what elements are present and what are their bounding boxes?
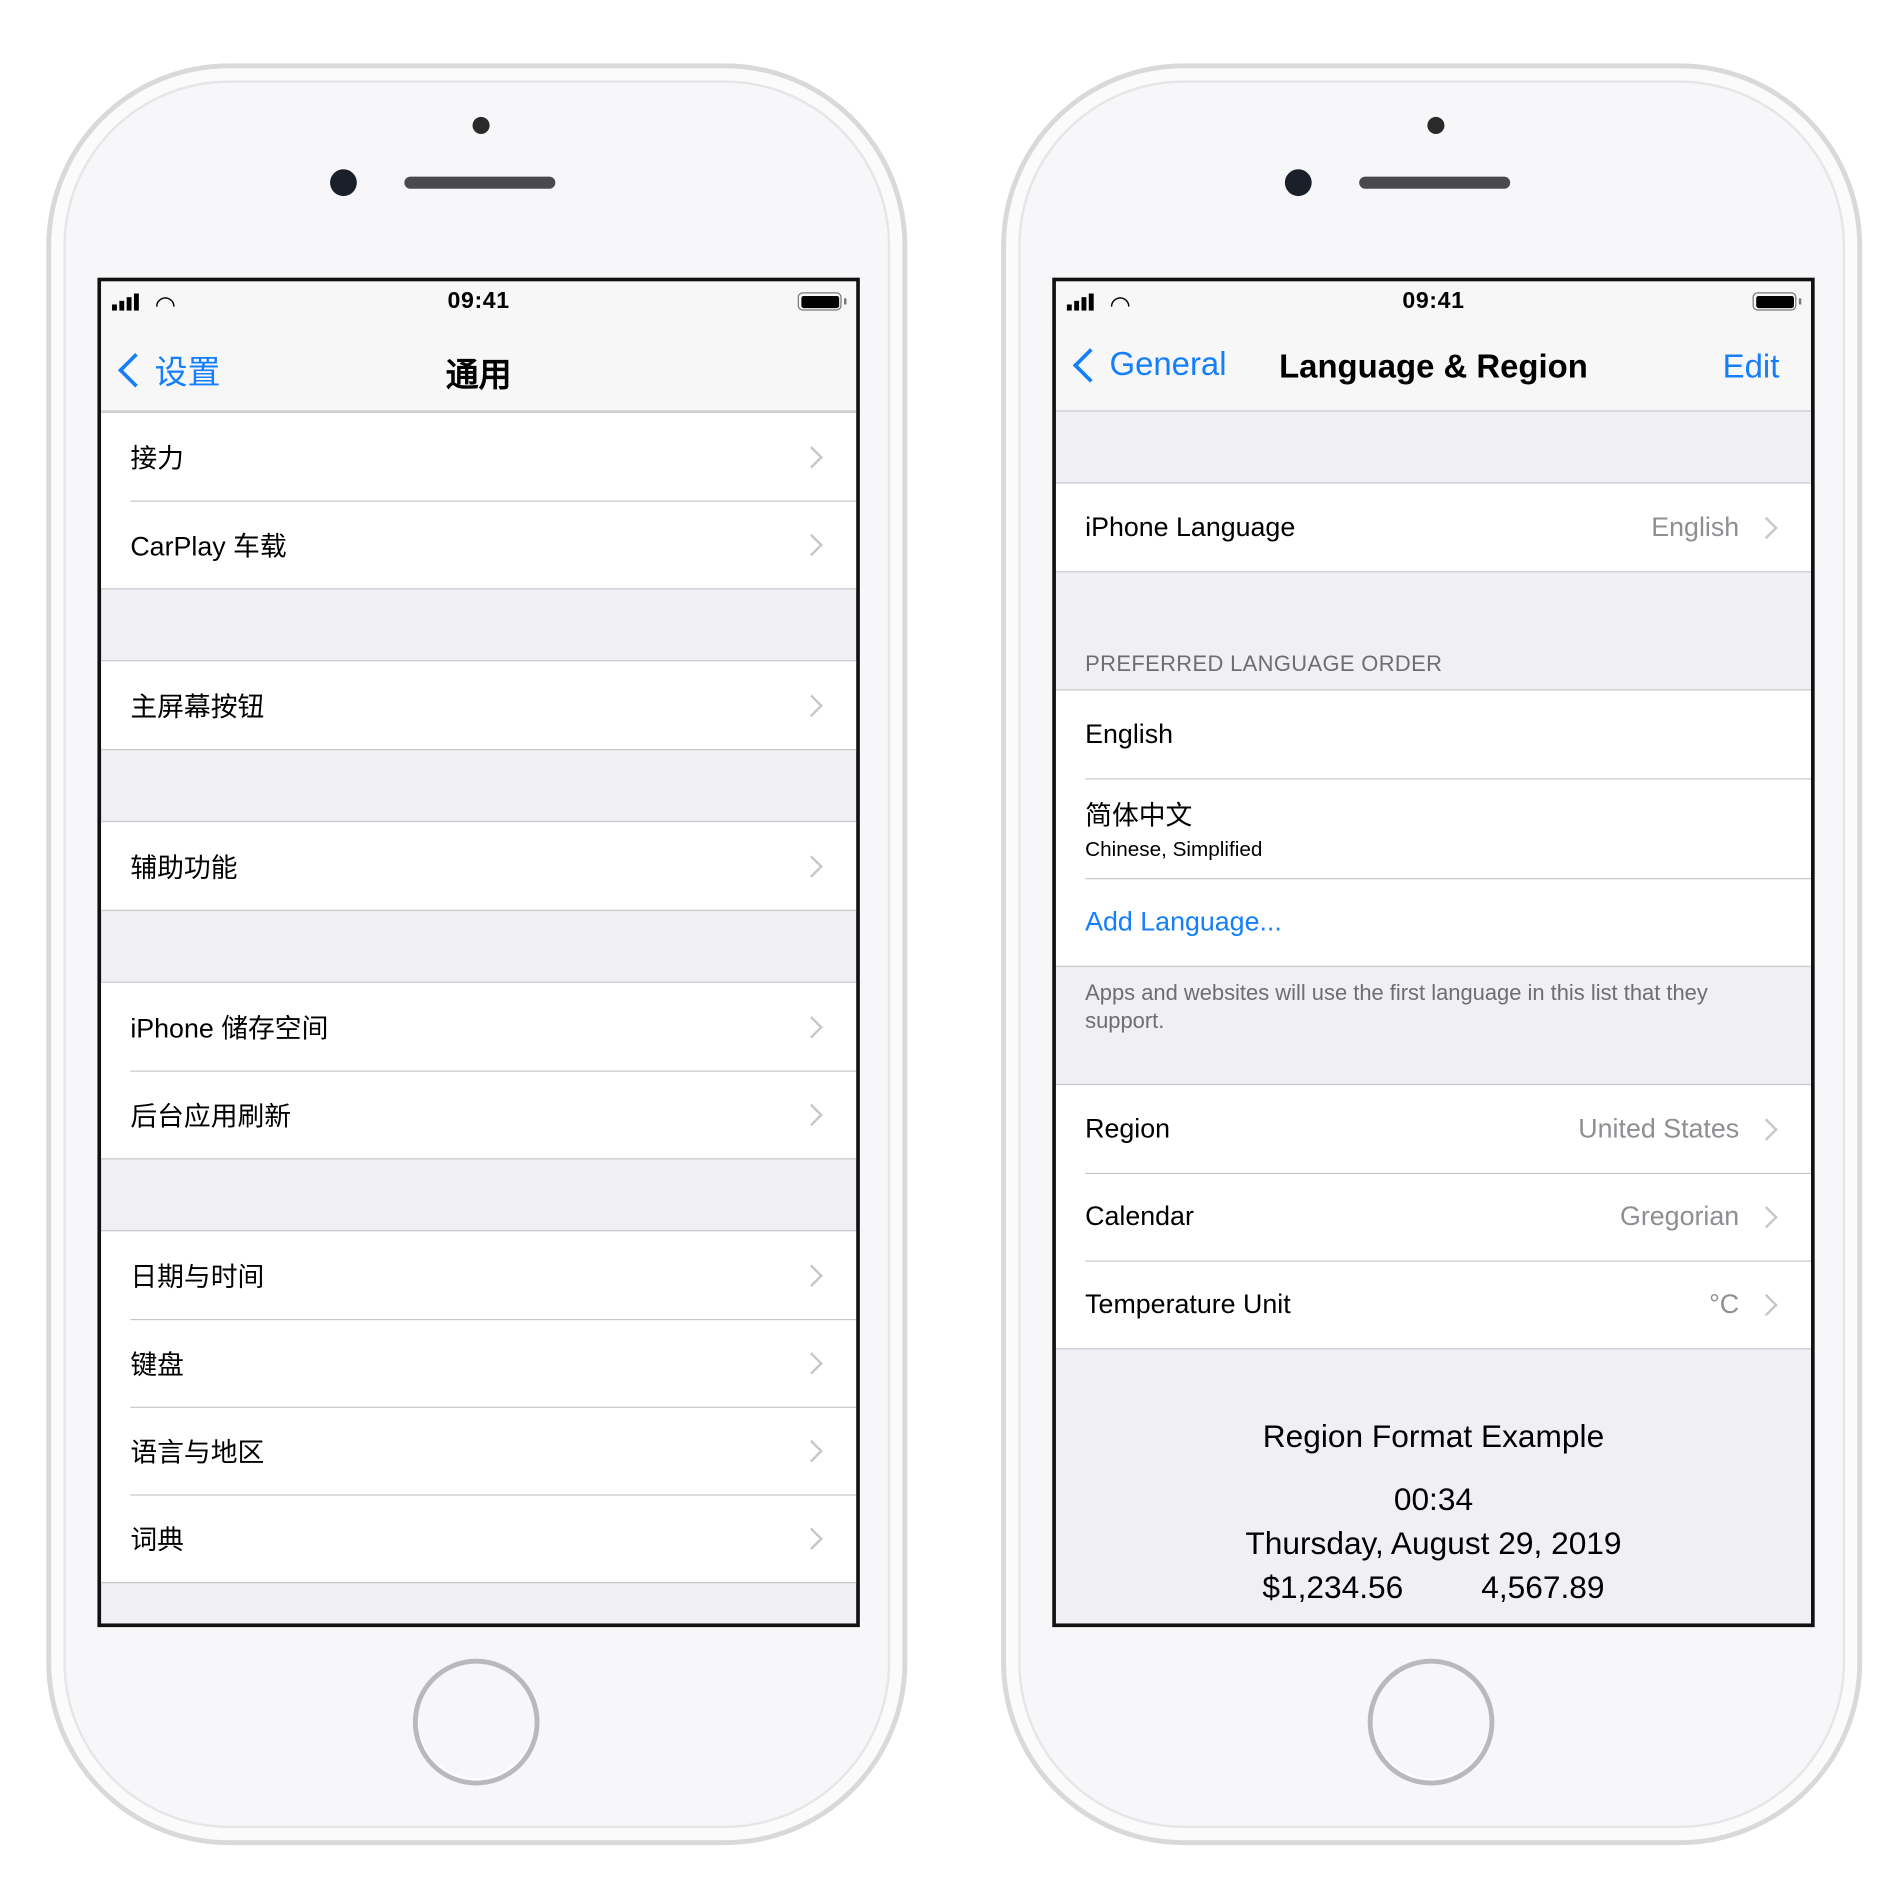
row-label: iPhone Language — [1085, 511, 1296, 542]
earpiece-speaker — [404, 176, 556, 189]
chevron-right-icon — [1755, 1205, 1778, 1228]
settings-row-dictionary[interactable]: 词典 — [101, 1494, 857, 1582]
row-label: 辅助功能 — [130, 852, 238, 883]
region-row[interactable]: Region United States — [1056, 1085, 1811, 1173]
settings-row-handoff[interactable]: 接力 — [101, 413, 856, 501]
chevron-right-icon — [800, 445, 823, 468]
row-label: Region — [1085, 1113, 1171, 1144]
front-camera — [1284, 169, 1312, 197]
row-label: 键盘 — [130, 1349, 184, 1380]
language-item-chinese[interactable]: 简体中文 Chinese, Simplified — [1056, 778, 1812, 878]
region-format-example: Region Format Example 00:34 Thursday, Au… — [1056, 1418, 1811, 1609]
add-language-label: Add Language... — [1085, 906, 1282, 937]
calendar-row[interactable]: Calendar Gregorian — [1056, 1172, 1812, 1261]
settings-group: iPhone 储存空间 后台应用刷新 — [101, 981, 857, 1160]
example-number: 4,567.89 — [1481, 1568, 1605, 1606]
row-value: °C — [1709, 1288, 1740, 1319]
settings-group: 辅助功能 — [101, 820, 857, 911]
status-bar: ◠ 09:41 — [1055, 281, 1812, 324]
section-footer: Apps and websites will use the first lan… — [1085, 980, 1708, 1033]
settings-row-background-refresh[interactable]: 后台应用刷新 — [101, 1070, 857, 1159]
settings-group: 日期与时间 键盘 语言与地区 词典 — [101, 1230, 857, 1584]
language-group: iPhone Language English — [1055, 482, 1812, 573]
screen-language-region: ◠ 09:41 General Language & Region Edit i… — [1052, 277, 1815, 1628]
phone-left: ◠ 09:41 设置 通用 接力 CarPlay 车载 主屏幕按钮 辅助功能 i… — [46, 63, 908, 1846]
status-bar: ◠ 09:41 — [101, 281, 857, 324]
home-button[interactable] — [1367, 1658, 1495, 1786]
battery-icon — [797, 292, 847, 311]
chevron-right-icon — [1755, 1293, 1778, 1316]
row-label: 主屏幕按钮 — [130, 691, 265, 723]
chevron-right-icon — [800, 693, 823, 717]
example-time: 00:34 — [1393, 1480, 1474, 1518]
example-currency: $1,234.56 — [1262, 1568, 1404, 1606]
chevron-right-icon — [800, 1351, 823, 1375]
chevron-right-icon — [800, 1103, 823, 1126]
row-label: 语言与地区 — [130, 1437, 265, 1468]
settings-row-accessibility[interactable]: 辅助功能 — [101, 822, 856, 910]
chevron-right-icon — [800, 1527, 823, 1550]
screen-general: ◠ 09:41 设置 通用 接力 CarPlay 车载 主屏幕按钮 辅助功能 i… — [97, 277, 860, 1628]
chevron-right-icon — [800, 854, 823, 878]
language-subtitle: Chinese, Simplified — [1085, 837, 1263, 862]
home-button[interactable] — [412, 1658, 540, 1786]
page-title: 通用 — [445, 356, 512, 394]
sensor — [472, 116, 490, 134]
settings-row-date-time[interactable]: 日期与时间 — [101, 1231, 856, 1319]
settings-row-keyboard[interactable]: 键盘 — [101, 1318, 857, 1407]
row-label: Calendar — [1085, 1200, 1194, 1232]
language-name: 简体中文 — [1085, 800, 1193, 831]
region-group: Region United States Calendar Gregorian Te… — [1055, 1083, 1812, 1350]
row-value: English — [1651, 511, 1740, 542]
battery-icon — [1752, 292, 1802, 311]
language-name: English — [1085, 718, 1174, 750]
status-time: 09:41 — [1402, 288, 1465, 315]
page-title: Language & Region — [1279, 348, 1588, 385]
status-time: 09:41 — [447, 288, 510, 315]
row-label: iPhone 储存空间 — [130, 1013, 329, 1044]
row-label: 接力 — [130, 443, 184, 474]
example-title: Region Format Example — [1262, 1417, 1605, 1455]
phone-right: ◠ 09:41 General Language & Region Edit i… — [1001, 63, 1863, 1846]
chevron-right-icon — [1755, 1117, 1778, 1141]
chevron-right-icon — [800, 1015, 823, 1038]
row-label: 后台应用刷新 — [130, 1100, 292, 1132]
row-label: CarPlay 车载 — [130, 531, 287, 562]
section-header: PREFERRED LANGUAGE ORDER — [1085, 651, 1443, 676]
row-value: Gregorian — [1619, 1200, 1740, 1232]
front-camera — [330, 169, 357, 197]
sensor — [1427, 116, 1445, 134]
row-label: 日期与时间 — [130, 1261, 265, 1293]
row-value: United States — [1578, 1113, 1740, 1144]
nav-bar: General Language & Region Edit — [1055, 323, 1812, 412]
settings-group: 接力 CarPlay 车载 — [101, 411, 857, 590]
settings-row-carplay[interactable]: CarPlay 车载 — [101, 500, 857, 589]
settings-row-language-region[interactable]: 语言与地区 — [101, 1406, 857, 1495]
settings-row-storage[interactable]: iPhone 储存空间 — [101, 983, 856, 1071]
chevron-right-icon — [800, 1439, 823, 1462]
row-label: 词典 — [130, 1524, 184, 1556]
settings-row-home-button[interactable]: 主屏幕按钮 — [101, 661, 856, 749]
example-date: Thursday, August 29, 2019 — [1245, 1524, 1622, 1562]
earpiece-speaker — [1359, 176, 1511, 189]
chevron-right-icon — [800, 1263, 823, 1287]
chevron-right-icon — [800, 533, 823, 556]
add-language-button[interactable]: Add Language... — [1056, 878, 1812, 966]
language-item-english[interactable]: English — [1056, 691, 1811, 779]
row-label: Temperature Unit — [1085, 1288, 1291, 1319]
chevron-right-icon — [1755, 516, 1778, 539]
preferred-languages-list: English 简体中文 Chinese, Simplified Add Lang… — [1055, 689, 1812, 968]
edit-button[interactable]: Edit — [1723, 348, 1780, 386]
temperature-unit-row[interactable]: Temperature Unit °C — [1056, 1260, 1812, 1349]
settings-group: 主屏幕按钮 — [101, 660, 857, 751]
iphone-language-row[interactable]: iPhone Language English — [1056, 484, 1811, 572]
nav-bar: 设置 通用 — [101, 323, 857, 412]
